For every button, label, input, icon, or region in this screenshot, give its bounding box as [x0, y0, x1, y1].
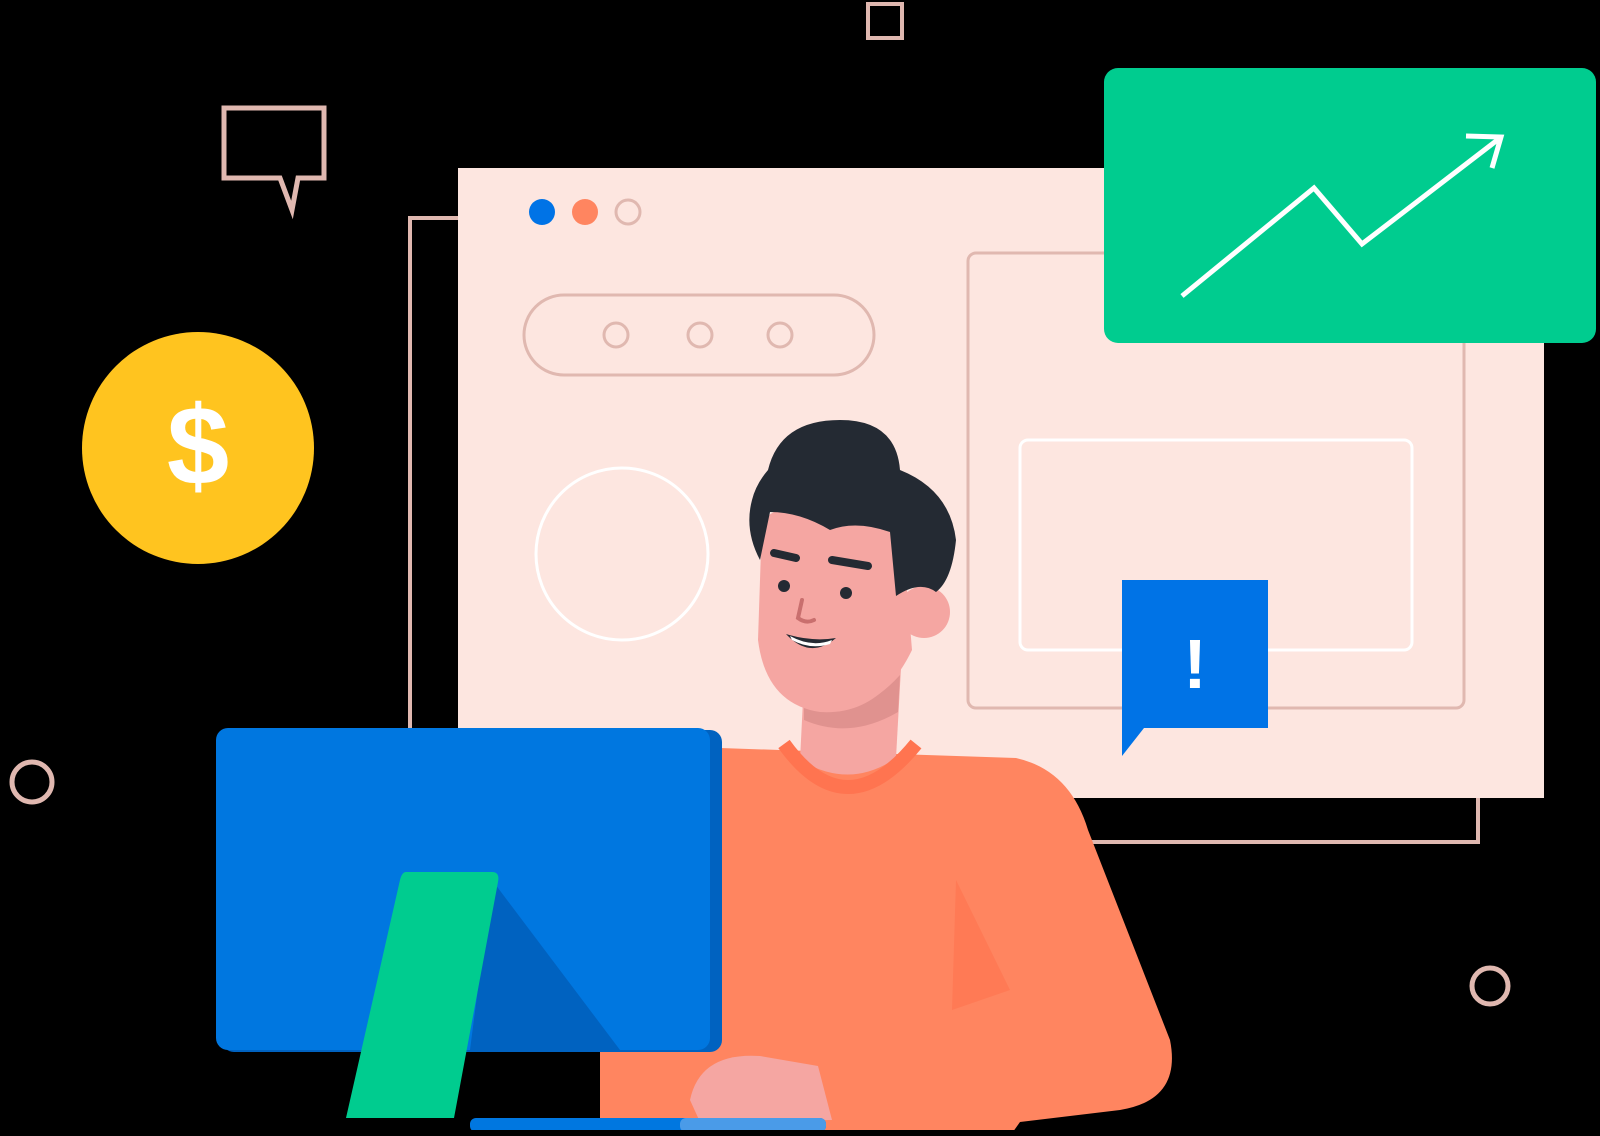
- eye-left: [778, 580, 790, 592]
- decorative-circle-left-icon: [9, 759, 55, 805]
- decorative-circle-right-icon: [1469, 965, 1511, 1007]
- illustration-canvas: ! $: [0, 2, 1600, 1136]
- eye-right: [840, 587, 852, 599]
- dollar-symbol: $: [167, 383, 229, 508]
- ear: [898, 586, 950, 638]
- trend-card: [1104, 68, 1596, 343]
- window-dot-blue: [529, 199, 555, 225]
- decorative-square-icon: [866, 2, 904, 40]
- dollar-coin-icon: $: [82, 332, 314, 564]
- chat-bubble-icon: [221, 105, 327, 220]
- desk-line: [0, 1130, 1600, 1136]
- window-dot-orange: [572, 199, 598, 225]
- alert-symbol: !: [1183, 625, 1206, 703]
